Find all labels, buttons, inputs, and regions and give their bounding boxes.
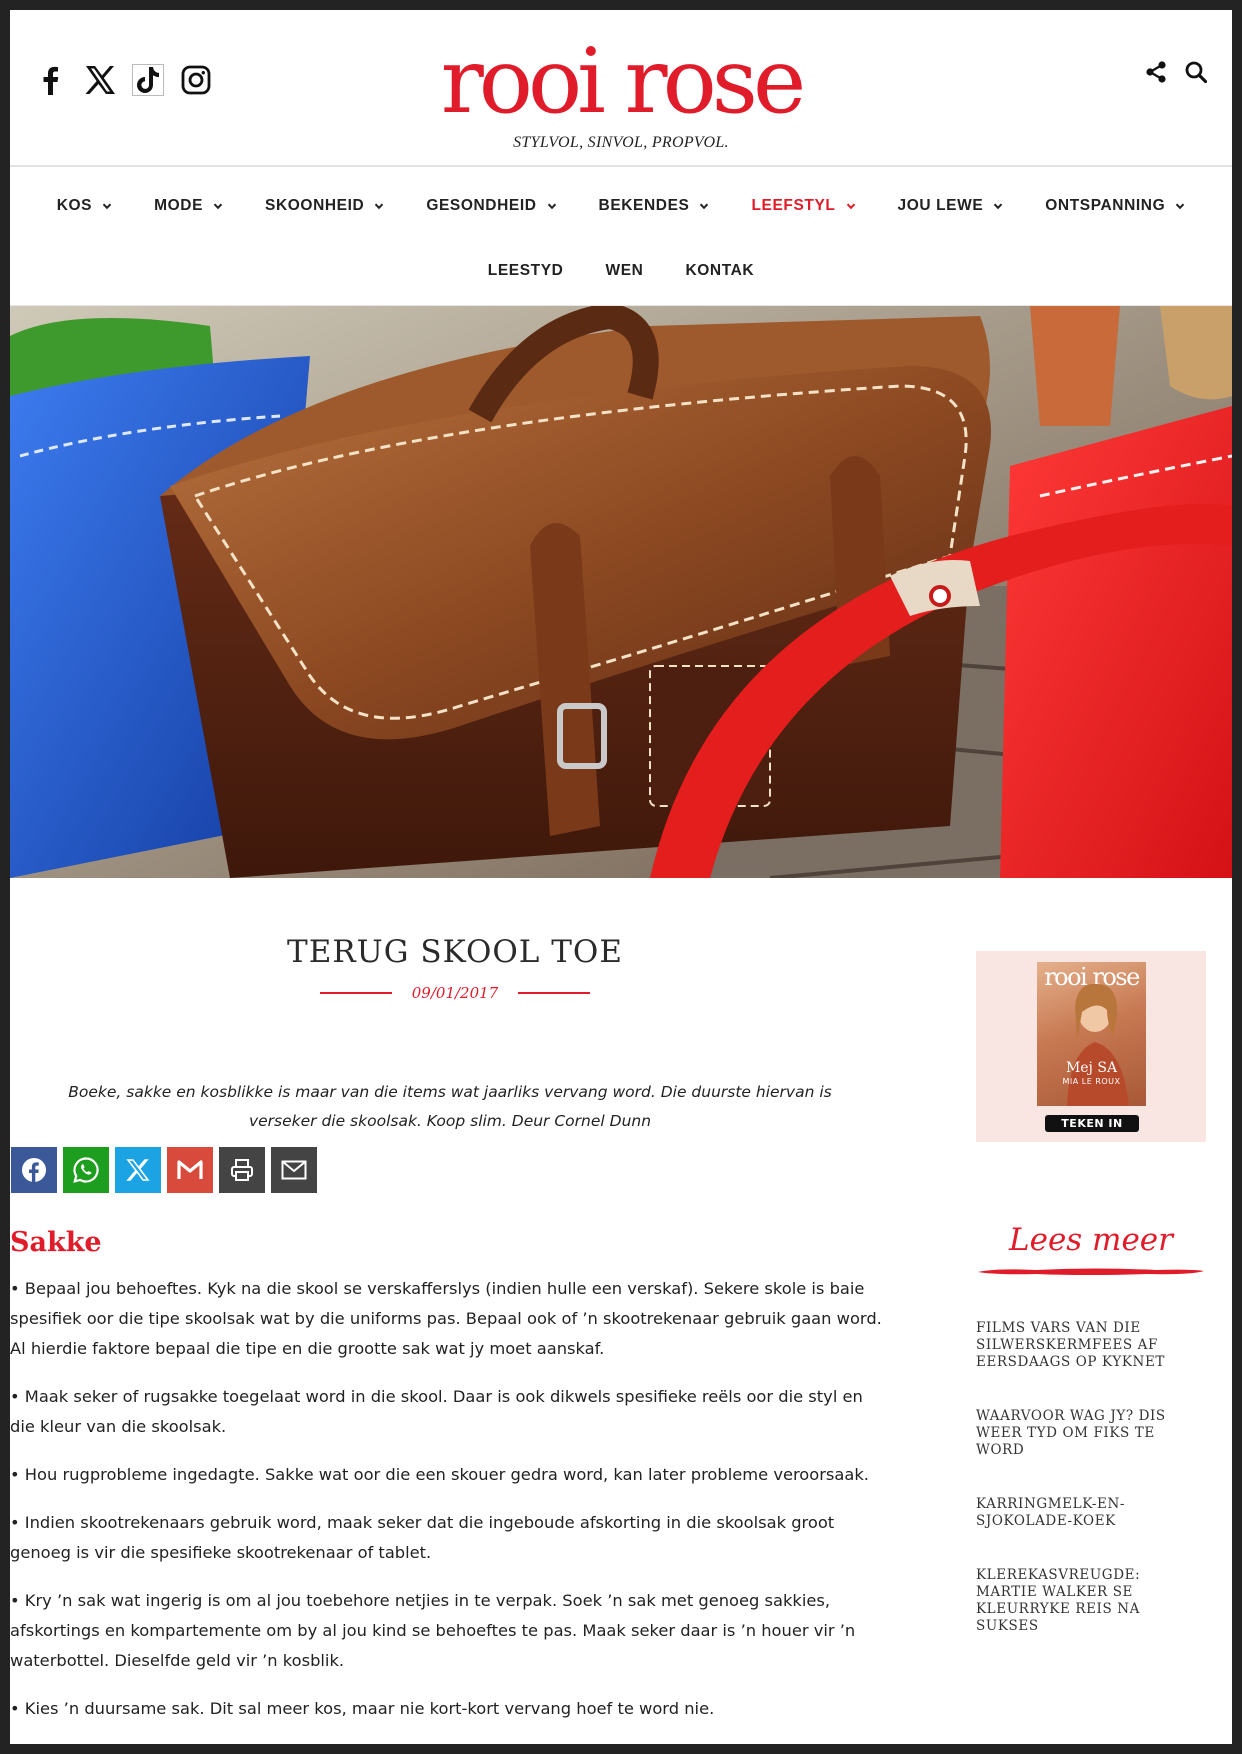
article-paragraph: • Kies ’n duursame sak. Dit sal meer kos…: [10, 1699, 715, 1718]
facebook-share-button[interactable]: [11, 1147, 57, 1193]
section-heading: Sakke: [10, 1227, 102, 1258]
subscribe-button[interactable]: TEKEN IN: [1045, 1115, 1139, 1132]
article-intro: Boeke, sakke en kosblikke is maar van di…: [68, 1083, 832, 1130]
search-icon[interactable]: [1184, 60, 1208, 84]
nav-item-ontspanning[interactable]: ONTSPANNING: [1045, 197, 1185, 215]
gmail-share-button[interactable]: [167, 1147, 213, 1193]
logo-text: rooi rose: [440, 29, 806, 134]
share-icon[interactable]: [1144, 60, 1168, 84]
chevron-down-icon: [213, 201, 223, 211]
chevron-down-icon: [993, 201, 1003, 211]
lees-meer-heading: Lees meer: [1009, 1222, 1173, 1258]
chevron-down-icon: [1175, 201, 1185, 211]
share-buttons: [11, 1147, 317, 1193]
magazine-cover[interactable]: rooi rose Mej SA MIA LE ROUX: [1037, 962, 1146, 1106]
nav-label: GESONDHEID: [426, 197, 537, 214]
site-header: rooi rose STYLVOL, SINVOL, PROPVOL.: [10, 10, 1232, 167]
nav-item-gesondheid[interactable]: GESONDHEID: [426, 197, 556, 215]
date-divider-right: [518, 992, 591, 994]
related-article-link[interactable]: WAARVOOR WAG JY? DIS WEER TYD OM FIKS TE…: [976, 1408, 1206, 1459]
nav-item-leestyd[interactable]: LEESTYD: [488, 262, 564, 280]
site-logo[interactable]: rooi rose STYLVOL, SINVOL, PROPVOL.: [10, 36, 1232, 152]
article-title: TERUG SKOOL TOE: [287, 934, 623, 970]
related-article-link[interactable]: KLEREKASVREUGDE: MARTIE WALKER SE KLEURR…: [976, 1567, 1206, 1635]
chevron-down-icon: [374, 201, 384, 211]
email-icon: [281, 1160, 307, 1180]
print-share-button[interactable]: [219, 1147, 265, 1193]
nav-item-wen[interactable]: WEN: [605, 262, 643, 280]
chevron-down-icon: [547, 201, 557, 211]
nav-row-primary: KOS MODE SKOONHEID GESONDHEID BEKENDES L…: [10, 197, 1232, 215]
page-frame: rooi rose STYLVOL, SINVOL, PROPVOL. KOS …: [10, 10, 1232, 1744]
article-paragraph: • Kry ’n sak wat ingerig is om al jou to…: [10, 1591, 856, 1670]
article-date: 09/01/2017: [411, 984, 499, 1002]
nav-label: ONTSPANNING: [1045, 197, 1166, 214]
article-date-row: 09/01/2017: [10, 984, 900, 1002]
nav-label: KOS: [56, 197, 93, 214]
nav-label: JOU LEWE: [897, 197, 984, 214]
nav-item-bekendes[interactable]: BEKENDES: [599, 197, 710, 215]
nav-label: LEEFSTYL: [751, 197, 836, 214]
email-share-button[interactable]: [271, 1147, 317, 1193]
cover-headline: Mej SA: [1065, 1060, 1118, 1076]
date-divider-left: [319, 992, 392, 994]
x-share-button[interactable]: [115, 1147, 161, 1193]
chevron-down-icon: [846, 201, 856, 211]
print-icon: [231, 1159, 253, 1181]
nav-label: MODE: [154, 197, 204, 214]
nav-item-kontak[interactable]: KONTAK: [685, 262, 754, 280]
article-paragraph: • Bepaal jou behoeftes. Kyk na die skool…: [10, 1279, 882, 1358]
gmail-icon: [177, 1160, 203, 1179]
nav-item-kos[interactable]: KOS: [57, 197, 112, 215]
hero-image: [10, 306, 1232, 878]
cover-subheadline: MIA LE ROUX: [1062, 1077, 1121, 1086]
tagline: STYLVOL, SINVOL, PROPVOL.: [513, 134, 729, 151]
related-article-link[interactable]: KARRINGMELK-EN-SJOKOLADE-KOEK: [976, 1496, 1206, 1530]
article-paragraph: • Hou rugprobleme ingedagte. Sakke wat o…: [10, 1465, 869, 1484]
main-navigation: KOS MODE SKOONHEID GESONDHEID BEKENDES L…: [10, 169, 1232, 306]
chevron-down-icon: [102, 201, 112, 211]
header-tools: [1144, 60, 1208, 84]
chevron-down-icon: [699, 201, 709, 211]
related-article-link[interactable]: FILMS VARS VAN DIE SILWERSKERMFEES AF EE…: [976, 1320, 1206, 1371]
article-body: • Bepaal jou behoeftes. Kyk na die skool…: [10, 1274, 890, 1742]
nav-item-jou-lewe[interactable]: JOU LEWE: [898, 197, 1004, 215]
whatsapp-icon: [73, 1157, 99, 1183]
whatsapp-share-button[interactable]: [63, 1147, 109, 1193]
facebook-icon: [22, 1158, 46, 1182]
nav-label: SKOONHEID: [265, 197, 365, 214]
nav-row-secondary: LEESTYD WEN KONTAK: [10, 262, 1232, 280]
related-articles: FILMS VARS VAN DIE SILWERSKERMFEES AF EE…: [976, 1320, 1206, 1672]
article-paragraph: • Maak seker of rugsakke toegelaat word …: [10, 1387, 863, 1436]
article-paragraph: • Indien skootrekenaars gebruik word, ma…: [10, 1513, 835, 1562]
magazine-subscribe-box[interactable]: rooi rose Mej SA MIA LE ROUX TEKEN IN: [976, 951, 1206, 1142]
school-bags-illustration: [10, 306, 1232, 878]
nav-label: BEKENDES: [598, 197, 690, 214]
brush-stroke-divider: [978, 1268, 1204, 1275]
x-icon: [126, 1159, 150, 1181]
nav-item-mode[interactable]: MODE: [154, 197, 223, 215]
nav-item-leefstyl[interactable]: LEEFSTYL: [751, 197, 855, 215]
nav-item-skoonheid[interactable]: SKOONHEID: [265, 197, 384, 215]
